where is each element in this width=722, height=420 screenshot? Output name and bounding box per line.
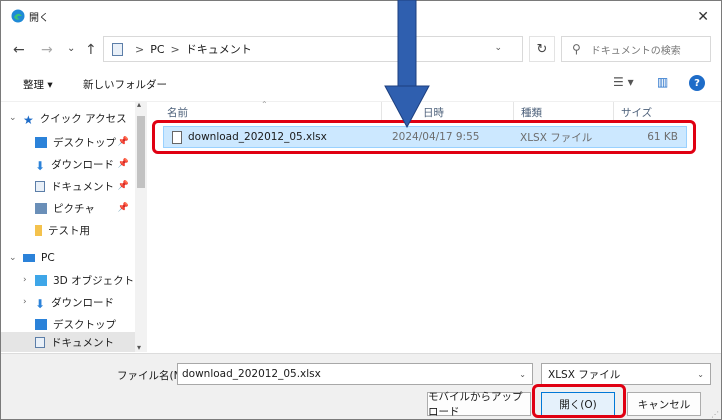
column-divider <box>381 102 382 122</box>
chevron-down-icon[interactable]: ⌄ <box>494 43 502 53</box>
sort-indicator-icon: ⌃ <box>261 99 268 109</box>
sidebar-scrollbar[interactable]: ▴ ▾ <box>135 100 147 352</box>
open-file-dialog: 開く ✕ ← → ⌄ ↑ > PC > ドキュメント ⌄ ↻ ⚲ ドキュメントの… <box>0 0 722 420</box>
title-bar: 開く ✕ <box>1 1 721 31</box>
sidebar-item-3d-objects[interactable]: › 3D オブジェクト <box>1 270 135 290</box>
pin-icon: 📌 <box>117 203 129 213</box>
organize-button[interactable]: 整理 ▾ <box>23 77 53 92</box>
sidebar-item-test-folder[interactable]: テスト用 <box>1 220 135 240</box>
view-options-icon[interactable]: ☰ ▾ <box>613 75 634 89</box>
scroll-up-icon[interactable]: ▴ <box>137 100 141 109</box>
navigation-pane: ⌄ ★ クイック アクセス デスクトップ 📌 ⬇ ダウンロード 📌 ドキュメント… <box>1 100 147 352</box>
breadcrumb-pc[interactable]: PC <box>150 43 164 56</box>
desktop-folder-icon <box>35 318 47 330</box>
sidebar-item-documents[interactable]: ドキュメント 📌 <box>1 176 135 196</box>
pin-icon: 📌 <box>117 181 129 191</box>
chevron-right-icon[interactable]: › <box>23 297 27 307</box>
folder-icon <box>35 224 42 236</box>
chevron-down-icon[interactable]: ⌄ <box>9 113 17 123</box>
sidebar-item-desktop[interactable]: デスクトップ 📌 <box>1 132 135 152</box>
filetype-value: XLSX ファイル <box>548 368 621 381</box>
column-divider <box>613 102 614 122</box>
open-button-highlight <box>532 384 626 418</box>
mobile-upload-button[interactable]: モバイルからアップロード <box>427 391 531 418</box>
close-icon[interactable]: ✕ <box>697 9 709 25</box>
download-folder-icon: ⬇ <box>35 158 46 173</box>
sidebar-item-label: デスクトップ <box>53 136 116 149</box>
chevron-down-icon[interactable]: ⌄ <box>519 370 526 379</box>
scrollbar-thumb[interactable] <box>137 116 145 188</box>
search-icon: ⚲ <box>572 42 581 56</box>
address-bar[interactable]: > PC > ドキュメント ⌄ <box>103 36 523 62</box>
sidebar-item-label: ダウンロード <box>51 158 115 171</box>
star-icon: ★ <box>23 112 34 127</box>
pc-icon <box>23 254 35 262</box>
breadcrumb-separator: > <box>170 42 180 56</box>
sidebar-item-downloads[interactable]: ⬇ ダウンロード 📌 <box>1 154 135 174</box>
desktop-folder-icon <box>35 136 47 148</box>
sidebar-item-label: デスクトップ <box>53 318 116 331</box>
column-divider <box>513 102 514 122</box>
pictures-folder-icon <box>35 202 47 214</box>
column-header-size[interactable]: サイズ <box>621 102 652 122</box>
chevron-down-icon[interactable]: ⌄ <box>9 253 17 263</box>
cancel-button[interactable]: キャンセル <box>627 392 701 416</box>
sidebar-item-pc[interactable]: ⌄ PC <box>1 248 135 268</box>
sidebar-item-label: ピクチャ <box>53 202 95 215</box>
search-input[interactable]: ⚲ ドキュメントの検索 <box>561 36 711 62</box>
breadcrumb-documents[interactable]: ドキュメント <box>186 41 252 57</box>
chevron-down-icon[interactable]: ⌄ <box>697 370 704 379</box>
sidebar-item-pc-downloads[interactable]: › ⬇ ダウンロード <box>1 292 135 312</box>
sidebar-item-label: ドキュメント <box>51 180 114 193</box>
3d-objects-icon <box>35 274 47 286</box>
scroll-down-icon[interactable]: ▾ <box>137 343 141 352</box>
filename-input[interactable]: download_202012_05.xlsx ⌄ <box>177 363 533 385</box>
recent-locations-icon[interactable]: ⌄ <box>67 43 75 54</box>
refresh-icon[interactable]: ↻ <box>529 36 555 62</box>
up-arrow-icon[interactable]: ↑ <box>85 42 97 58</box>
column-header-name[interactable]: 名前 <box>167 102 188 122</box>
chevron-right-icon[interactable]: › <box>23 275 27 285</box>
pin-icon: 📌 <box>117 137 129 147</box>
sidebar-item-pc-desktop[interactable]: デスクトップ <box>1 314 135 334</box>
sidebar-item-label: 3D オブジェクト <box>53 274 135 287</box>
edge-icon <box>11 9 25 23</box>
address-row: ← → ⌄ ↑ > PC > ドキュメント ⌄ ↻ ⚲ ドキュメントの検索 <box>1 35 721 65</box>
arrow-down-icon <box>384 0 430 128</box>
sidebar-item-pc-documents[interactable]: ドキュメント <box>1 332 135 352</box>
sidebar-item-pictures[interactable]: ピクチャ 📌 <box>1 198 135 218</box>
help-icon[interactable]: ? <box>689 75 705 91</box>
documents-folder-icon <box>35 180 45 192</box>
sidebar-item-label: クイック アクセス <box>39 112 127 125</box>
documents-folder-icon <box>35 336 45 348</box>
back-arrow-icon[interactable]: ← <box>13 42 25 58</box>
sidebar-item-label: ダウンロード <box>51 296 115 309</box>
search-placeholder: ドキュメントの検索 <box>590 45 681 57</box>
forward-arrow-icon[interactable]: → <box>41 42 53 58</box>
command-bar: 整理 ▾ 新しいフォルダー ☰ ▾ ▥ ? <box>1 71 721 97</box>
resize-grip-icon[interactable]: ⋰ <box>711 410 719 419</box>
filename-value: download_202012_05.xlsx <box>182 368 321 380</box>
sidebar-item-quick-access[interactable]: ⌄ ★ クイック アクセス <box>1 108 135 128</box>
window-title: 開く <box>29 12 49 24</box>
sidebar-item-label: PC <box>41 252 55 264</box>
preview-pane-icon[interactable]: ▥ <box>657 75 668 89</box>
sidebar-item-label: ドキュメント <box>51 336 114 349</box>
pin-icon: 📌 <box>117 159 129 169</box>
filetype-select[interactable]: XLSX ファイル ⌄ <box>541 363 711 385</box>
download-folder-icon: ⬇ <box>35 296 46 311</box>
breadcrumb-separator: > <box>135 42 145 56</box>
sidebar-item-label: テスト用 <box>48 224 90 237</box>
new-folder-button[interactable]: 新しいフォルダー <box>83 77 167 92</box>
documents-icon <box>112 42 123 56</box>
column-header-type[interactable]: 種類 <box>521 102 542 122</box>
